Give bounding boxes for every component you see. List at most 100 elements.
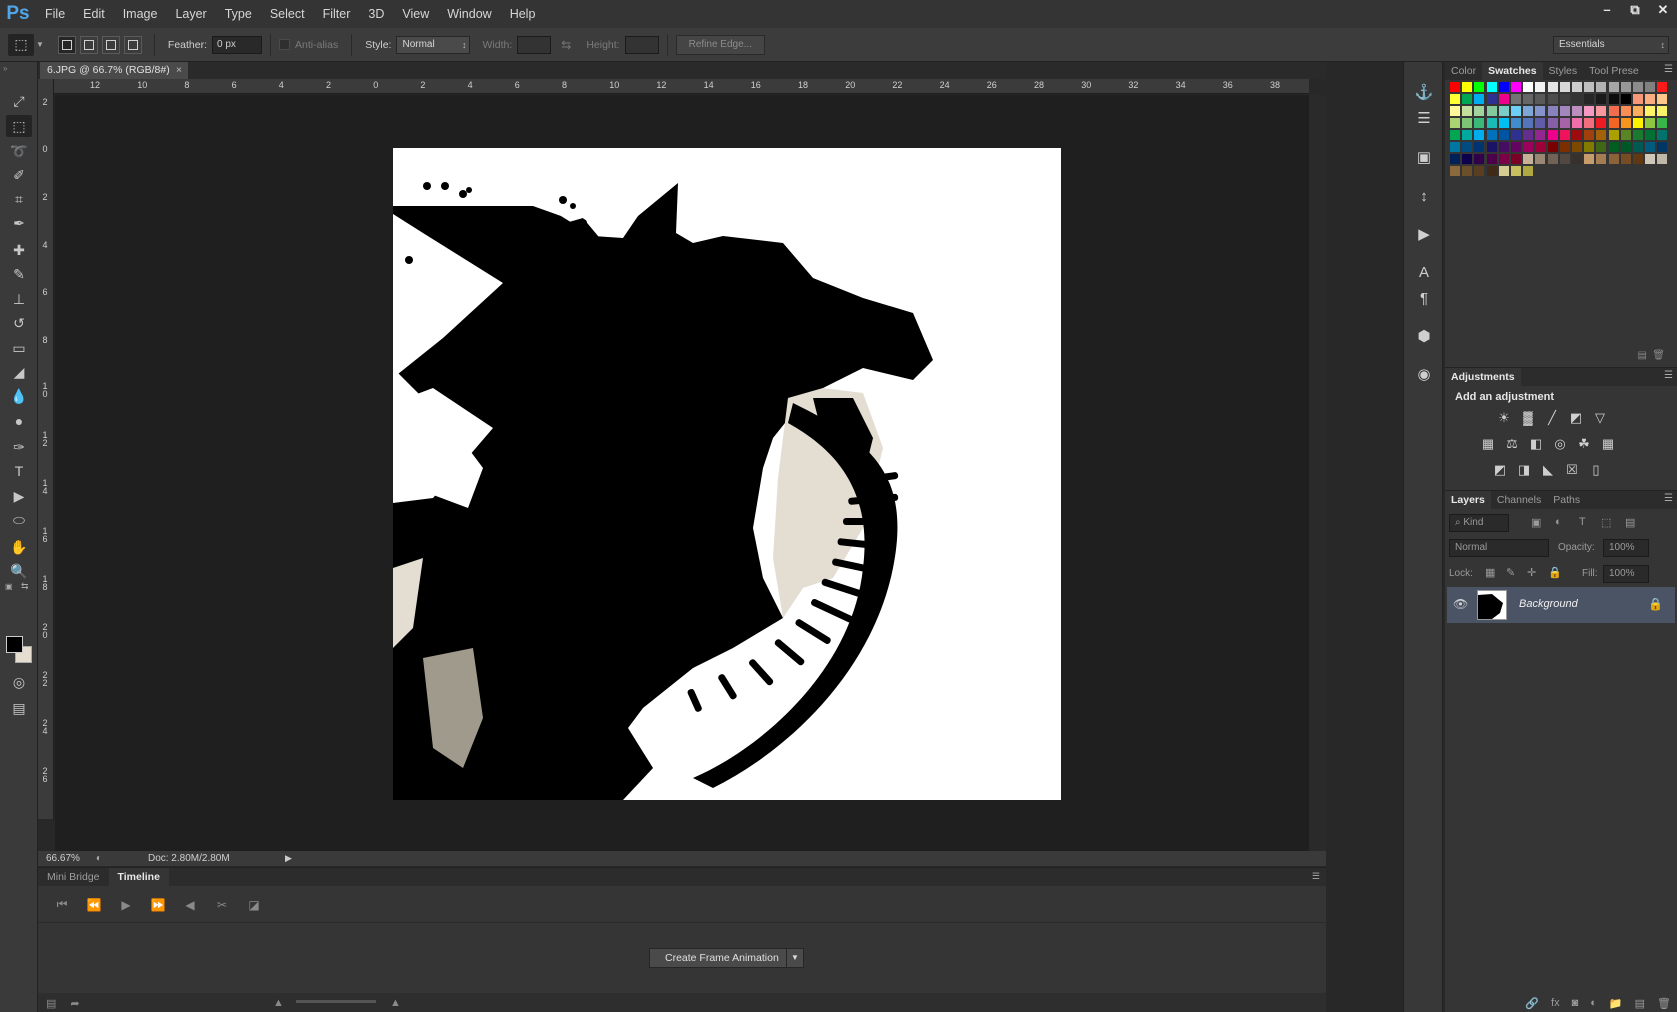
menu-view[interactable]: View [393, 0, 438, 28]
zoom-in-timeline-icon[interactable]: ▲ [390, 997, 401, 1009]
close-document-icon[interactable]: × [176, 62, 182, 79]
color-swatch[interactable] [1498, 166, 1509, 176]
color-swatch[interactable] [1511, 154, 1521, 164]
color-swatch[interactable] [1474, 94, 1485, 104]
menu-window[interactable]: Window [438, 0, 500, 28]
color-swatch[interactable] [1462, 118, 1473, 128]
filter-pixel-icon[interactable]: ▣ [1531, 516, 1541, 529]
hand-tool-icon[interactable]: ✋ [6, 536, 32, 558]
render-video-icon[interactable]: ➦ [70, 997, 79, 1010]
color-swatch[interactable] [1559, 106, 1570, 116]
restore-button[interactable]: ⧉ [1621, 0, 1649, 22]
lasso-tool-icon[interactable]: ➰ [6, 140, 32, 162]
color-swatch[interactable] [1633, 118, 1643, 128]
color-swatch[interactable] [1596, 106, 1607, 116]
color-swatch[interactable] [1450, 94, 1460, 104]
color-swatch[interactable] [1474, 118, 1485, 128]
color-swatch[interactable] [1620, 82, 1631, 92]
color-swatch[interactable] [1462, 94, 1473, 104]
color-swatch[interactable] [1486, 106, 1497, 116]
color-swatch[interactable] [1462, 130, 1473, 140]
color-swatch[interactable] [1584, 154, 1595, 164]
color-swatch[interactable] [1523, 166, 1534, 176]
default-colors-icon[interactable]: ▣ [5, 582, 13, 591]
color-swatch[interactable] [1620, 154, 1631, 164]
play-icon[interactable]: ▶ [110, 898, 142, 912]
kuler-panel-icon[interactable]: ◉ [1413, 364, 1435, 386]
color-swatch[interactable] [1486, 142, 1497, 152]
color-swatch[interactable] [1498, 94, 1509, 104]
color-swatch[interactable] [1486, 118, 1497, 128]
link-layers-icon[interactable]: 🔗 [1525, 997, 1539, 1010]
color-swatch[interactable] [1535, 82, 1546, 92]
healing-brush-tool-icon[interactable]: ✚ [6, 239, 32, 261]
color-swatch[interactable] [1450, 130, 1460, 140]
exposure-icon[interactable]: ◩ [1567, 410, 1585, 426]
filter-shape-icon[interactable]: ⬚ [1601, 516, 1611, 529]
add-mask-icon[interactable]: ◙ [1572, 997, 1579, 1009]
document-canvas[interactable] [393, 148, 1061, 800]
color-swatch[interactable] [1547, 82, 1558, 92]
width-input[interactable] [517, 35, 552, 54]
first-frame-icon[interactable]: ⏮ [46, 897, 78, 912]
color-swatch[interactable] [1474, 130, 1485, 140]
tab-tool-presets[interactable]: Tool Prese [1583, 62, 1645, 80]
color-swatch[interactable] [1462, 82, 1473, 92]
color-swatch[interactable] [1608, 130, 1619, 140]
color-swatch[interactable] [1535, 94, 1546, 104]
layer-name[interactable]: Background [1519, 598, 1578, 610]
preset-dropdown-icon[interactable]: ▼ [36, 40, 44, 49]
tab-adjustments[interactable]: Adjustments [1445, 368, 1521, 386]
panel-menu-icon[interactable]: ☰ [1664, 370, 1673, 381]
color-swatch[interactable] [1645, 154, 1656, 164]
lock-image-icon[interactable]: ✎ [1506, 566, 1515, 579]
color-swatch[interactable] [1645, 106, 1656, 116]
close-button[interactable]: ✕ [1649, 0, 1677, 22]
color-swatch[interactable] [1559, 130, 1570, 140]
color-swatch[interactable] [1547, 142, 1558, 152]
color-swatch[interactable] [1584, 130, 1595, 140]
tab-timeline[interactable]: Timeline [108, 868, 169, 886]
color-swatch[interactable] [1511, 82, 1521, 92]
vertical-scrollbar[interactable] [1309, 95, 1326, 851]
color-swatch[interactable] [1450, 154, 1460, 164]
color-swatch[interactable] [1523, 106, 1534, 116]
color-swatch[interactable] [1596, 118, 1607, 128]
color-swatch[interactable] [1486, 166, 1497, 176]
audio-icon[interactable]: ◀ [174, 898, 206, 912]
filter-adjustment-icon[interactable]: ◐ [1555, 516, 1562, 528]
move-tool-icon[interactable]: ⤢ [6, 90, 32, 112]
color-swatch[interactable] [1657, 82, 1668, 92]
paragraph-panel-icon[interactable]: ¶ [1413, 288, 1435, 310]
layer-row[interactable]: 👁 Background 🔒 [1447, 587, 1675, 623]
color-swatch[interactable] [1559, 118, 1570, 128]
color-swatch[interactable] [1547, 154, 1558, 164]
color-swatch[interactable] [1535, 106, 1546, 116]
tab-channels[interactable]: Channels [1491, 491, 1547, 509]
color-swatch[interactable] [1572, 118, 1582, 128]
quick-selection-tool-icon[interactable]: ✐ [6, 164, 32, 186]
vibrance-icon[interactable]: ▽ [1591, 410, 1609, 426]
new-layer-icon[interactable]: ▤ [1635, 997, 1645, 1010]
delete-layer-icon[interactable]: 🗑 [1657, 997, 1671, 1010]
menu-select[interactable]: Select [261, 0, 314, 28]
color-swatch[interactable] [1498, 142, 1509, 152]
foreground-color-swatch[interactable] [6, 636, 23, 653]
color-swatch[interactable] [1462, 106, 1473, 116]
history-panel-icon[interactable]: ⚓ [1413, 82, 1435, 104]
selective-color-icon[interactable]: ☒ [1563, 462, 1581, 478]
swap-dimensions-icon[interactable]: ⇆ [561, 38, 571, 52]
color-swatch[interactable] [1608, 118, 1619, 128]
color-swatch[interactable] [1523, 94, 1534, 104]
layer-style-icon[interactable]: fx [1551, 997, 1560, 1009]
color-swatch[interactable] [1572, 142, 1582, 152]
color-swatch[interactable] [1450, 82, 1460, 92]
color-swatch[interactable] [1620, 94, 1631, 104]
color-swatch[interactable] [1645, 142, 1656, 152]
color-swatch[interactable] [1584, 118, 1595, 128]
color-swatch[interactable] [1523, 130, 1534, 140]
subtract-from-selection-button[interactable] [101, 35, 120, 54]
color-swatch[interactable] [1511, 106, 1521, 116]
color-swatch[interactable] [1523, 118, 1534, 128]
color-lookup-icon[interactable]: ▦ [1599, 436, 1617, 452]
